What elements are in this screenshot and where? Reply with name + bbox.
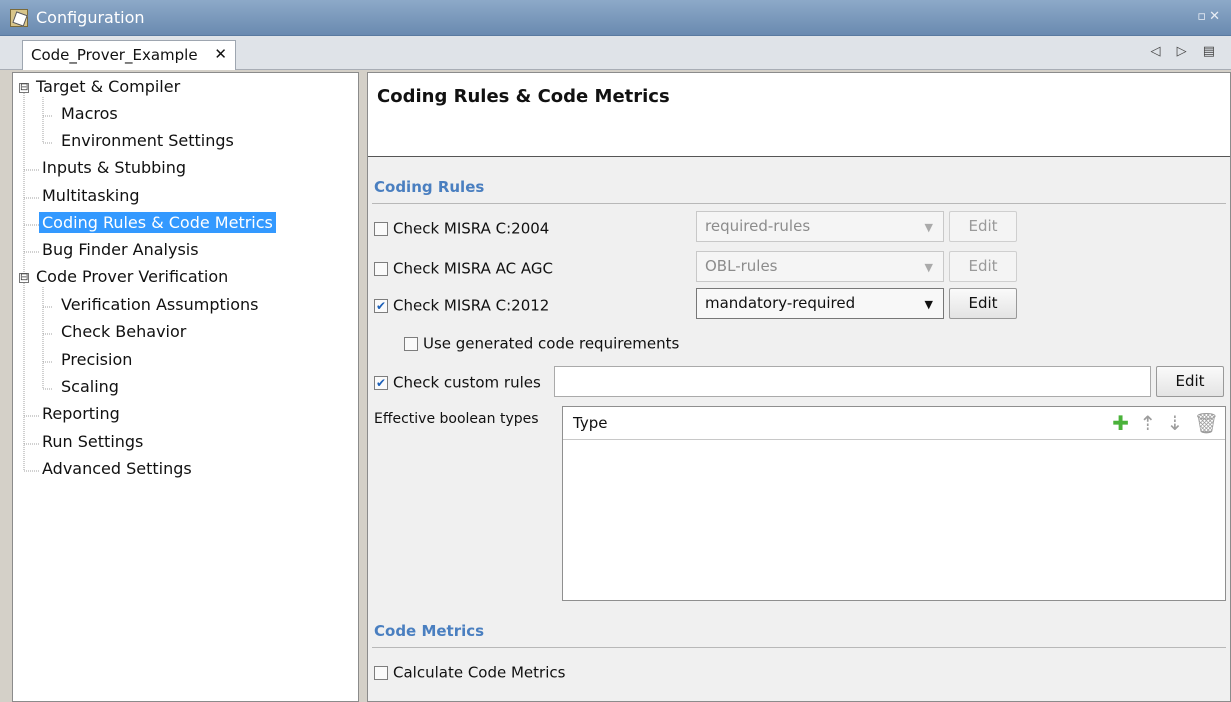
select-value: mandatory-required	[705, 294, 856, 312]
tree-item-coding-rules[interactable]: Coding Rules & Code Metrics	[39, 212, 276, 238]
checkbox-label: Check custom rules	[393, 373, 541, 392]
tab-code-prover-example[interactable]: Code_Prover_Example ✕	[22, 40, 236, 70]
close-tab-icon[interactable]: ✕	[214, 45, 227, 63]
tree-label: Bug Finder Analysis	[42, 240, 199, 259]
chevron-down-icon: ▼	[924, 221, 933, 234]
tree-item-run-settings[interactable]: Run Settings	[39, 432, 146, 457]
tree-label: Coding Rules & Code Metrics	[39, 212, 276, 233]
page-title: Coding Rules & Code Metrics	[377, 86, 670, 107]
window-controls[interactable]: ▫✕	[1197, 9, 1223, 24]
tree-label: Multitasking	[42, 186, 140, 205]
misra-agc-checkbox[interactable]	[374, 261, 388, 276]
tree-label: Reporting	[42, 404, 120, 423]
tree-item-verification-assumptions[interactable]: Verification Assumptions	[58, 295, 261, 320]
misra-2004-row: Check MISRA C:2004	[374, 219, 549, 238]
move-up-icon[interactable]: ⇡	[1139, 411, 1156, 435]
effective-boolean-types-label: Effective boolean types	[374, 411, 539, 427]
tab-navigation-icons[interactable]: ◁ ▷ ▤	[1150, 44, 1221, 59]
custom-rules-checkbox[interactable]: ✔	[374, 375, 388, 390]
delete-row-icon[interactable]: 🗑	[1194, 411, 1219, 435]
misra-2012-edit-button[interactable]: Edit	[949, 288, 1017, 319]
tree-item-code-prover-verification[interactable]: ⊟ Code Prover Verification	[13, 267, 231, 292]
settings-pane: Coding Rules & Code Metrics Coding Rules…	[367, 72, 1231, 702]
tree-label: Inputs & Stubbing	[42, 158, 187, 177]
tree-label: Code Prover Verification	[36, 267, 229, 286]
misra-agc-rule-select[interactable]: OBL-rules ▼	[696, 251, 944, 282]
misra-2004-edit-button[interactable]: Edit	[949, 211, 1017, 242]
use-generated-code-checkbox[interactable]	[404, 336, 418, 351]
select-value: required-rules	[705, 217, 811, 235]
custom-rules-input[interactable]	[554, 366, 1151, 397]
select-value: OBL-rules	[705, 257, 778, 275]
chevron-down-icon: ▼	[924, 298, 933, 311]
window-title: Configuration	[36, 8, 145, 27]
tree-item-environment-settings[interactable]: Environment Settings	[58, 131, 237, 156]
misra-2012-checkbox[interactable]: ✔	[374, 298, 388, 313]
boolean-types-table: Type ✚ ⇡ ⇣ 🗑	[562, 406, 1226, 601]
checkbox-label: Check MISRA AC AGC	[393, 259, 553, 278]
add-row-icon[interactable]: ✚	[1112, 411, 1129, 435]
tree-label: Scaling	[61, 377, 119, 396]
settings-tree: ⊟ Target & Compiler Macros Environment S…	[12, 72, 359, 702]
tree-label: Macros	[61, 104, 118, 123]
tree-item-inputs-stubbing[interactable]: Inputs & Stubbing	[39, 158, 189, 183]
tree-item-check-behavior[interactable]: Check Behavior	[58, 322, 189, 347]
use-generated-code-row: Use generated code requirements	[404, 334, 679, 353]
checkbox-label: Check MISRA C:2004	[393, 219, 550, 238]
checkbox-label: Calculate Code Metrics	[393, 663, 566, 682]
calculate-code-metrics-row: Calculate Code Metrics	[374, 663, 565, 682]
table-toolbar: ✚ ⇡ ⇣ 🗑	[1108, 411, 1219, 435]
divider	[372, 647, 1226, 648]
divider	[372, 203, 1226, 204]
chevron-down-icon: ▼	[924, 261, 933, 274]
collapse-icon[interactable]: ⊟	[19, 83, 29, 93]
coding-rules-section-title: Coding Rules	[374, 178, 485, 196]
collapse-icon[interactable]: ⊟	[19, 273, 29, 283]
tree-label: Check Behavior	[61, 322, 187, 341]
custom-rules-edit-button[interactable]: Edit	[1156, 366, 1224, 397]
tree-item-precision[interactable]: Precision	[58, 350, 135, 375]
misra-agc-edit-button[interactable]: Edit	[949, 251, 1017, 282]
tree-label: Run Settings	[42, 432, 144, 451]
checkbox-label: Use generated code requirements	[423, 334, 680, 353]
tab-label: Code_Prover_Example	[31, 46, 198, 64]
checkbox-label: Check MISRA C:2012	[393, 296, 550, 315]
code-metrics-section-title: Code Metrics	[374, 622, 485, 640]
tree-label: Verification Assumptions	[61, 295, 259, 314]
tree-item-macros[interactable]: Macros	[58, 104, 121, 129]
tree-label: Advanced Settings	[42, 459, 192, 478]
configuration-app-icon	[10, 9, 28, 27]
tree-item-bug-finder-analysis[interactable]: Bug Finder Analysis	[39, 240, 202, 265]
tree-item-reporting[interactable]: Reporting	[39, 404, 123, 429]
move-down-icon[interactable]: ⇣	[1166, 411, 1183, 435]
custom-rules-row: ✔ Check custom rules	[374, 373, 541, 392]
misra-2012-row: ✔ Check MISRA C:2012	[374, 296, 549, 315]
tree-label: Environment Settings	[61, 131, 234, 150]
tree-item-advanced-settings[interactable]: Advanced Settings	[39, 459, 195, 484]
tree-item-multitasking[interactable]: Multitasking	[39, 186, 143, 211]
tree-item-scaling[interactable]: Scaling	[58, 377, 122, 402]
type-column-header: Type	[573, 414, 608, 432]
tree-item-target-compiler[interactable]: ⊟ Target & Compiler	[13, 77, 183, 102]
misra-2004-rule-select[interactable]: required-rules ▼	[696, 211, 944, 242]
misra-agc-row: Check MISRA AC AGC	[374, 259, 553, 278]
window-titlebar: Configuration ▫✕	[0, 0, 1231, 36]
misra-2004-checkbox[interactable]	[374, 221, 388, 236]
tree-label: Precision	[61, 350, 133, 369]
pane-header: Coding Rules & Code Metrics	[368, 73, 1230, 157]
calculate-code-metrics-checkbox[interactable]	[374, 665, 388, 680]
document-tab-strip: Code_Prover_Example ✕ ◁ ▷ ▤	[0, 36, 1231, 70]
tree-label: Target & Compiler	[36, 77, 181, 96]
misra-2012-rule-select[interactable]: mandatory-required ▼	[696, 288, 944, 319]
